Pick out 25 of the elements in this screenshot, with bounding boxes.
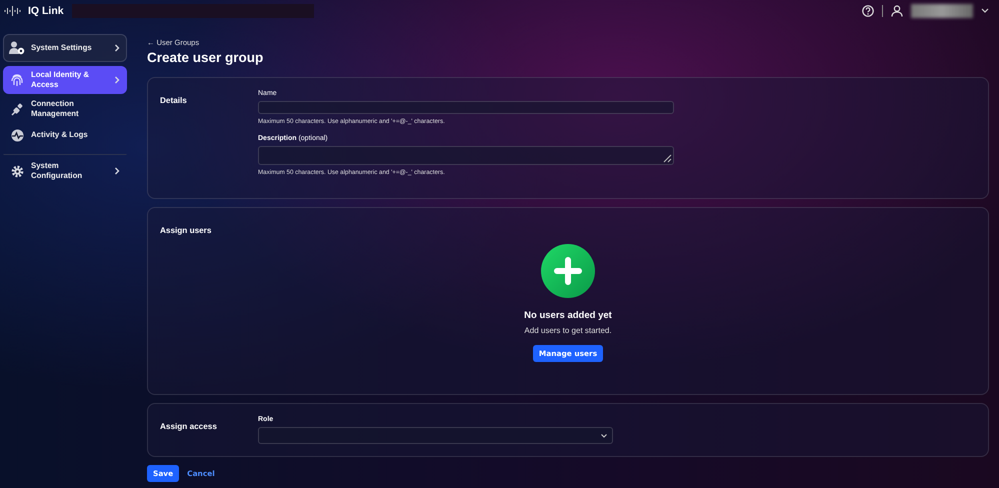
empty-message: Add users to get started. — [524, 326, 612, 335]
section-heading: Assign users — [160, 226, 212, 235]
chevron-down-icon[interactable] — [981, 8, 989, 14]
name-field[interactable] — [258, 101, 674, 114]
plug-icon — [10, 102, 24, 116]
section-heading: Assign access — [160, 422, 217, 431]
description-field[interactable] — [258, 146, 674, 165]
user-gear-icon — [9, 41, 25, 55]
chevron-right-icon — [114, 44, 120, 52]
activity-icon — [10, 128, 24, 142]
section-heading: Details — [160, 96, 187, 105]
fingerprint-icon — [11, 73, 23, 87]
chevron-down-icon — [601, 434, 607, 438]
chevron-right-icon — [114, 167, 120, 175]
app-title: IQ Link — [28, 5, 64, 17]
settings-icon — [10, 164, 24, 178]
user-icon[interactable] — [891, 5, 903, 17]
add-icon — [541, 244, 595, 298]
logo-icon — [4, 6, 22, 16]
chevron-right-icon — [114, 76, 120, 84]
help-icon[interactable] — [862, 5, 874, 17]
redacted-username — [911, 4, 973, 18]
resize-handle-icon[interactable] — [662, 153, 672, 163]
page-title: Create user group — [147, 50, 264, 65]
empty-title: No users added yet — [524, 310, 612, 321]
